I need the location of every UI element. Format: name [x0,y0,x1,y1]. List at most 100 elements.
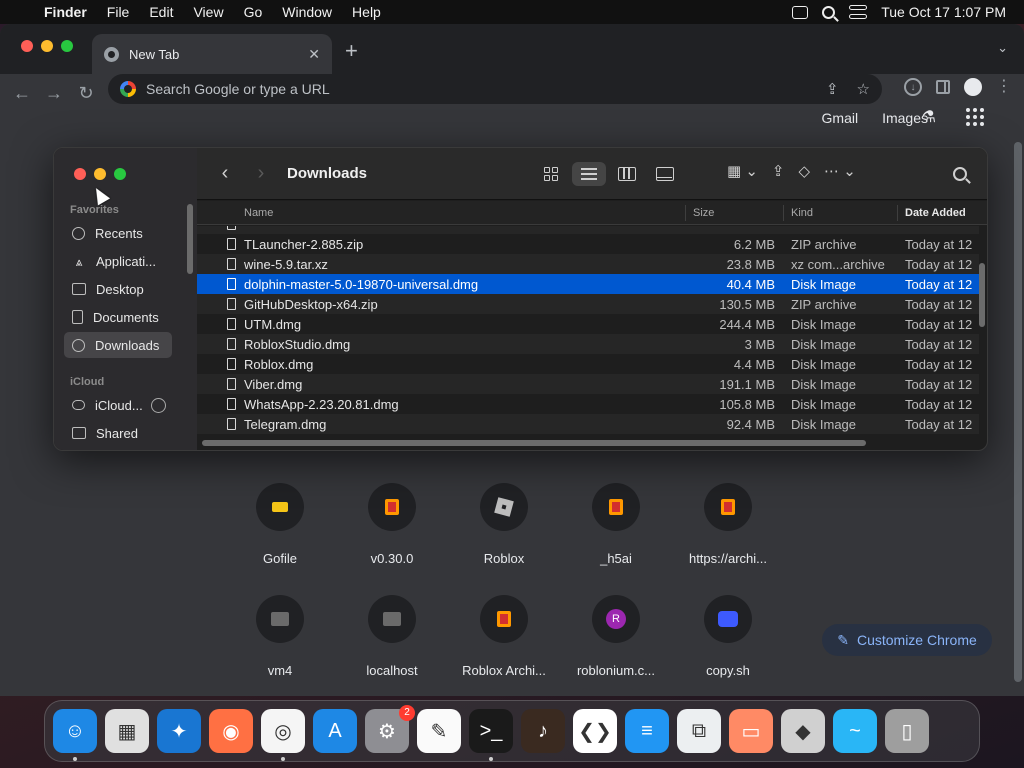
dock-firefox-icon[interactable]: ◉ [209,709,253,753]
downloads-icon[interactable]: ↓ [904,78,922,96]
customize-chrome-button[interactable]: ✎ Customize Chrome [822,624,992,656]
shortcut-gofile[interactable]: Gofile [224,483,336,566]
dock-stack-app-icon[interactable]: ≡ [625,709,669,753]
column-kind[interactable]: Kind [791,207,813,219]
column-date-added[interactable]: Date Added [905,207,966,219]
icon-view-button[interactable] [534,162,568,186]
shortcut-copysh[interactable]: copy.sh [672,595,784,678]
page-scrollbar[interactable] [1014,112,1022,696]
forward-arrow-icon[interactable]: → [38,83,70,104]
shortcut-h5ai[interactable]: _h5ai [560,483,672,566]
close-tab-icon[interactable]: ✕ [308,46,320,63]
sidebar-scrollbar[interactable] [187,204,193,274]
minimize-window-button[interactable] [94,168,106,180]
table-row[interactable]: TLauncher-2.885.zip 6.2 MB ZIP archive T… [197,234,979,254]
share-icon[interactable]: ⇪ [772,162,785,180]
dock-chrome-icon[interactable]: ◎ [261,709,305,753]
close-window-button[interactable] [74,168,86,180]
labs-flask-icon[interactable]: ⚗ [922,107,936,127]
column-view-button[interactable] [610,162,644,186]
menu-view[interactable]: View [183,4,233,20]
dock-virtualbox-icon[interactable]: ⧉ [677,709,721,753]
bookmark-star-icon[interactable]: ☆ [857,80,870,98]
dock-textedit-icon[interactable]: ✎ [417,709,461,753]
menu-app-name[interactable]: Finder [30,4,97,20]
table-row[interactable]: wine-5.9.tar.xz 23.8 MB xz com...archive… [197,254,979,274]
menu-go[interactable]: Go [234,4,273,20]
menu-clock[interactable]: Tue Oct 17 1:07 PM [881,4,1006,20]
shortcut-v0300[interactable]: v0.30.0 [336,483,448,566]
close-window-button[interactable] [21,40,33,52]
more-actions-icon[interactable]: ⋯ ⌄ [824,162,856,180]
shortcut-roblox-archive[interactable]: Roblox Archi... [448,595,560,678]
new-tab-button[interactable]: + [345,38,358,64]
search-icon[interactable] [953,167,967,181]
menu-window[interactable]: Window [272,4,342,20]
table-row[interactable]: Roblox.dmg 4.4 MB Disk Image Today at 12 [197,354,979,374]
column-size[interactable]: Size [693,207,714,219]
menu-edit[interactable]: Edit [139,4,183,20]
google-icon [120,81,136,97]
back-arrow-icon[interactable]: ← [6,83,38,104]
share-icon[interactable]: ⇪ [826,80,839,98]
tab-search-chevron-icon[interactable]: ⌄ [997,40,1008,56]
file-list-horizontal-scrollbar[interactable] [202,440,866,446]
dock-vscode-icon[interactable]: ❮❯ [573,709,617,753]
file-icon [227,238,236,250]
profile-avatar-icon[interactable] [964,78,982,96]
dock-garageband-icon[interactable]: ♪ [521,709,565,753]
dock-app-store-icon[interactable]: A [313,709,357,753]
more-menu-icon[interactable]: ⋮ [996,79,1012,95]
column-name[interactable]: Name [244,207,273,219]
dock-launchpad-icon[interactable]: ▦ [105,709,149,753]
table-row-selected[interactable]: dolphin-master-5.0-19870-universal.dmg 4… [197,274,979,294]
spotlight-icon[interactable] [822,5,836,19]
back-chevron-icon[interactable]: ‹ [207,162,243,185]
sidebar-item-desktop[interactable]: Desktop [64,276,172,302]
dock-dolphin-icon[interactable]: ~ [833,709,877,753]
dock-roblox-icon[interactable]: ◆ [781,709,825,753]
tab-new-tab[interactable]: New Tab ✕ [92,34,332,74]
shortcut-roblox[interactable]: Roblox [448,483,560,566]
shortcut-archive[interactable]: https://archi... [672,483,784,566]
table-row[interactable]: Viber.dmg 191.1 MB Disk Image Today at 1… [197,374,979,394]
minimize-window-button[interactable] [41,40,53,52]
dock-finder-icon[interactable]: ☺ [53,709,97,753]
control-center-icon[interactable] [849,5,868,19]
reload-icon[interactable]: ↻ [70,83,102,104]
shortcut-localhost[interactable]: localhost [336,595,448,678]
side-panel-icon[interactable] [936,80,950,94]
zoom-window-button[interactable] [114,168,126,180]
table-row[interactable]: WhatsApp-2.23.20.81.dmg 105.8 MB Disk Im… [197,394,979,414]
forward-chevron-icon[interactable]: › [243,162,279,185]
menu-help[interactable]: Help [342,4,391,20]
shortcut-vm4[interactable]: vm4 [224,595,336,678]
group-by-icon[interactable]: ▦ ⌄ [727,162,758,180]
dock-safari-icon[interactable]: ✦ [157,709,201,753]
tag-icon[interactable]: ◇ [799,162,811,180]
table-row[interactable]: Telegram.dmg 92.4 MB Disk Image Today at… [197,414,979,434]
zoom-window-button[interactable] [61,40,73,52]
file-list-vertical-scrollbar[interactable] [979,263,985,327]
menu-file[interactable]: File [97,4,140,20]
dock-terminal-icon[interactable]: >_ [469,709,513,753]
table-row[interactable]: GitHubDesktop-x64.zip 130.5 MB ZIP archi… [197,294,979,314]
gallery-view-button[interactable] [648,162,682,186]
gmail-link[interactable]: Gmail [822,110,859,126]
sidebar-item-icloud-drive[interactable]: iCloud... [64,392,172,418]
sidebar-item-documents[interactable]: Documents [64,304,172,330]
sidebar-item-recents[interactable]: Recents [64,220,172,246]
address-bar[interactable]: Search Google or type a URL ⇪ ☆ [108,74,882,104]
shortcut-roblonium[interactable]: R roblonium.c... [560,595,672,678]
dock-vm-app-icon[interactable]: ▭ [729,709,773,753]
table-row[interactable]: RobloxStudio.dmg 3 MB Disk Image Today a… [197,334,979,354]
sidebar-item-downloads[interactable]: Downloads [64,332,172,358]
sidebar-item-shared[interactable]: Shared [64,420,172,446]
table-row[interactable] [197,226,979,234]
table-row[interactable]: UTM.dmg 244.4 MB Disk Image Today at 12 [197,314,979,334]
sidebar-item-applications[interactable]: ⩓ Applicati... [64,248,172,274]
dock-trash-icon[interactable]: ▯ [885,709,929,753]
screen-mirroring-icon[interactable] [792,5,809,19]
list-view-button[interactable] [572,162,606,186]
google-apps-icon[interactable] [966,108,984,126]
